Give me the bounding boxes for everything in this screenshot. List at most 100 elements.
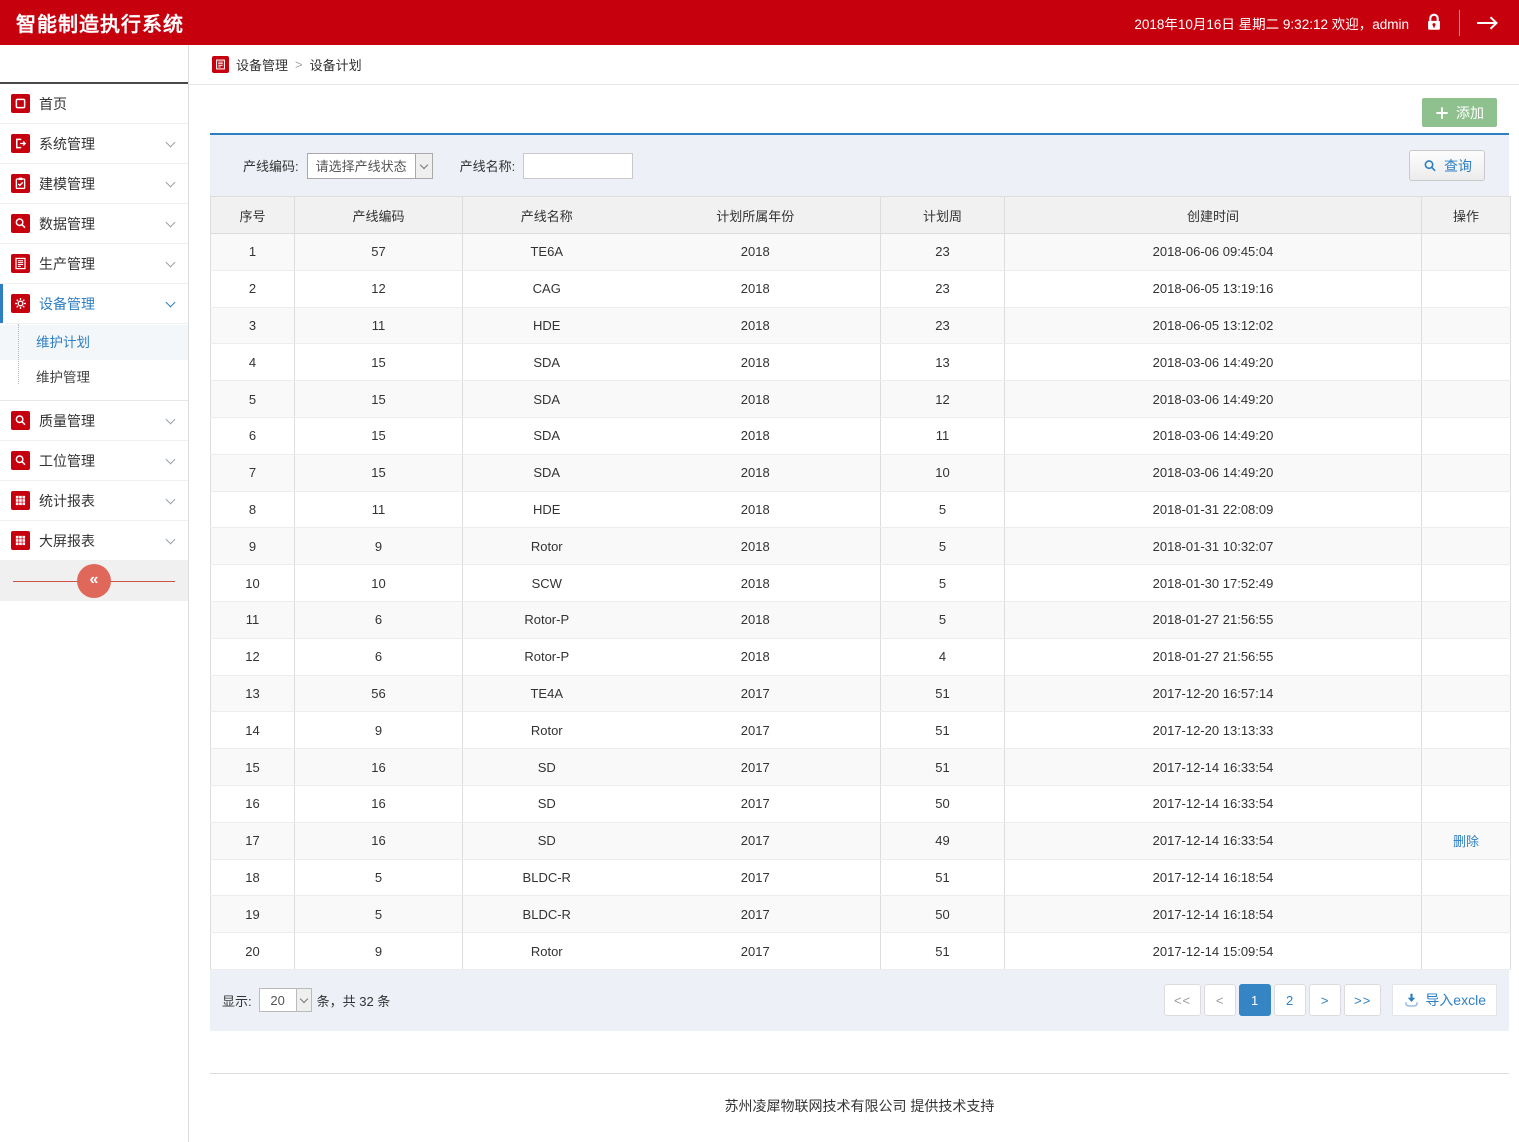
sidebar-item[interactable]: 统计报表 <box>0 481 188 521</box>
sidebar-nav: 首页系统管理建模管理数据管理生产管理设备管理维护计划维护管理质量管理工位管理统计… <box>0 84 188 561</box>
cell: TE6A <box>463 234 631 271</box>
cell: 14 <box>211 712 295 749</box>
page-button[interactable]: > <box>1309 984 1341 1016</box>
sidebar-item[interactable]: 建模管理 <box>0 164 188 204</box>
system-icon <box>11 134 30 153</box>
show-label: 显示: <box>222 991 252 1010</box>
sidebar-item[interactable]: 数据管理 <box>0 204 188 244</box>
sidebar-item[interactable]: 生产管理 <box>0 244 188 284</box>
modeling-icon <box>11 174 30 193</box>
table-row: 1356TE4A2017512017-12-20 16:57:14 <box>211 675 1511 712</box>
breadcrumb-section[interactable]: 设备管理 <box>236 55 288 74</box>
sidebar-submenu: 维护计划维护管理 <box>0 324 188 401</box>
cell: 2018-06-06 09:45:04 <box>1005 234 1422 271</box>
page-button[interactable]: 1 <box>1239 984 1271 1016</box>
cell: 13 <box>211 675 295 712</box>
table-row: 157TE6A2018232018-06-06 09:45:04 <box>211 234 1511 271</box>
table-row: 715SDA2018102018-03-06 14:49:20 <box>211 454 1511 491</box>
cell: 23 <box>881 234 1005 271</box>
cell: 2017 <box>631 896 881 933</box>
cell: 4 <box>881 638 1005 675</box>
action-cell <box>1422 491 1511 528</box>
cell: 56 <box>295 675 463 712</box>
cell: 50 <box>881 785 1005 822</box>
chevron-down-icon <box>166 257 176 267</box>
page-footer: 苏州凌犀物联网技术有限公司 提供技术支持 <box>210 1073 1509 1142</box>
cell: SDA <box>463 417 631 454</box>
import-excel-button[interactable]: 导入excle <box>1392 984 1497 1016</box>
sidebar-item[interactable]: 设备管理 <box>0 284 188 324</box>
cell: 5 <box>881 565 1005 602</box>
cell: 2018-01-31 10:32:07 <box>1005 528 1422 565</box>
page-button[interactable]: << <box>1164 984 1201 1016</box>
action-cell <box>1422 381 1511 418</box>
footer-text: 苏州凌犀物联网技术有限公司 提供技术支持 <box>725 1098 995 1114</box>
action-cell <box>1422 859 1511 896</box>
cell: 2017 <box>631 785 881 822</box>
cell: 2018 <box>631 454 881 491</box>
bottom-spacer <box>210 1031 1509 1073</box>
sidebar-subitem[interactable]: 维护计划 <box>0 325 188 360</box>
page-button[interactable]: 2 <box>1274 984 1306 1016</box>
cell: 15 <box>211 749 295 786</box>
sidebar-item[interactable]: 工位管理 <box>0 441 188 481</box>
cell: 51 <box>881 933 1005 970</box>
page-button[interactable]: < <box>1204 984 1236 1016</box>
table-header-row: 序号产线编码产线名称计划所属年份计划周创建时间操作 <box>211 197 1511 234</box>
cell: HDE <box>463 491 631 528</box>
action-cell <box>1422 234 1511 271</box>
sidebar-collapse-button[interactable]: « <box>77 564 111 598</box>
gear-icon <box>11 294 30 313</box>
pagination-buttons: <<<12>>> 导入excle <box>1164 984 1497 1016</box>
table-row: 415SDA2018132018-03-06 14:49:20 <box>211 344 1511 381</box>
pagination-bar: 显示: 20 条，共 32 条 <<<12>>> 导入excle <box>210 970 1509 1031</box>
chevron-down-icon <box>415 154 432 178</box>
cell: 2018 <box>631 528 881 565</box>
sidebar-item[interactable]: 首页 <box>0 84 188 124</box>
cell: 11 <box>295 307 463 344</box>
action-cell <box>1422 307 1511 344</box>
cell: 2 <box>211 270 295 307</box>
table-row: 1616SD2017502017-12-14 16:33:54 <box>211 785 1511 822</box>
cell: 2018-01-31 22:08:09 <box>1005 491 1422 528</box>
cell: 6 <box>211 417 295 454</box>
page-size-select[interactable]: 20 <box>259 988 312 1012</box>
cell: 2018 <box>631 601 881 638</box>
chevron-down-icon <box>166 297 176 307</box>
cell: 12 <box>211 638 295 675</box>
cell: SDA <box>463 381 631 418</box>
table-row: 195BLDC-R2017502017-12-14 16:18:54 <box>211 896 1511 933</box>
table-row: 99Rotor201852018-01-31 10:32:07 <box>211 528 1511 565</box>
sidebar-item[interactable]: 大屏报表 <box>0 521 188 561</box>
cell: SDA <box>463 344 631 381</box>
table-row: 811HDE201852018-01-31 22:08:09 <box>211 491 1511 528</box>
cell: 11 <box>881 417 1005 454</box>
cell: 5 <box>881 601 1005 638</box>
line-name-input[interactable] <box>523 153 633 179</box>
chevron-down-icon <box>166 454 176 464</box>
grid-icon <box>11 531 30 550</box>
sidebar-subitem[interactable]: 维护管理 <box>0 360 188 395</box>
sidebar-item[interactable]: 系统管理 <box>0 124 188 164</box>
query-button[interactable]: 查询 <box>1409 150 1485 181</box>
sidebar-item[interactable]: 质量管理 <box>0 401 188 441</box>
line-code-select[interactable]: 请选择产线状态 <box>307 153 433 179</box>
table-row: 1716SD2017492017-12-14 16:33:54删除 <box>211 822 1511 859</box>
logout-arrow-icon[interactable] <box>1475 15 1501 31</box>
chevron-down-icon <box>166 177 176 187</box>
page-button[interactable]: >> <box>1344 984 1381 1016</box>
action-cell <box>1422 785 1511 822</box>
cell: 16 <box>295 749 463 786</box>
grid-icon <box>11 491 30 510</box>
cell: 10 <box>211 565 295 602</box>
add-button[interactable]: 添加 <box>1422 98 1497 127</box>
lock-icon[interactable] <box>1424 11 1444 34</box>
cell: 50 <box>881 896 1005 933</box>
cell: 23 <box>881 307 1005 344</box>
cell: 12 <box>295 270 463 307</box>
chevron-down-icon <box>296 989 311 1011</box>
cell: 2018-06-05 13:12:02 <box>1005 307 1422 344</box>
delete-link[interactable]: 删除 <box>1453 834 1479 849</box>
action-cell <box>1422 675 1511 712</box>
cell: TE4A <box>463 675 631 712</box>
